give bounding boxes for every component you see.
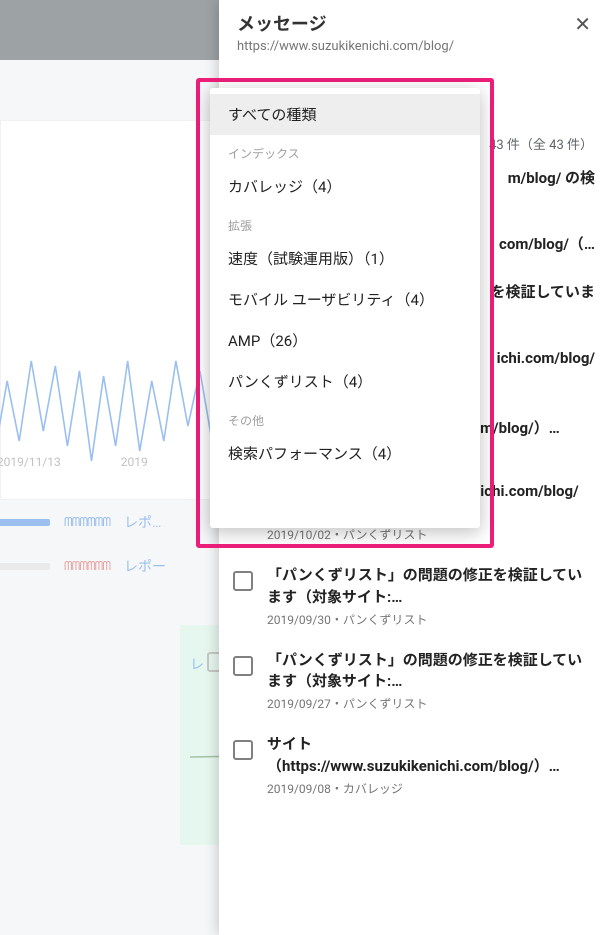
results-count: 43 件（全 43 件）	[489, 134, 593, 153]
filter-mobile-usability[interactable]: モバイル ユーザビリティ（4）	[210, 279, 480, 320]
drawer-header: メッセージ https://www.suzukikenichi.com/blog…	[219, 0, 613, 64]
message-title: サイト（https://www.suzukikenichi.com/blog/）…	[267, 734, 595, 778]
list-item[interactable]: 「パンくずリスト」の問題の修正を検証しています（対象サイト:… 2019/09/…	[219, 553, 613, 638]
message-date: 2019/10/02	[267, 528, 331, 542]
list-item[interactable]: サイト（https://www.suzukikenichi.com/blog/）…	[219, 722, 613, 807]
filter-section-index: インデックス	[210, 135, 480, 166]
message-date: 2019/09/30	[267, 613, 331, 627]
filter-dropdown: すべての種類 インデックス カバレッジ（4） 拡張 速度（試験運用版）（1） モ…	[210, 88, 480, 528]
filter-highlight-area: すべての種類 インデックス カバレッジ（4） 拡張 速度（試験運用版）（1） モ…	[196, 78, 494, 548]
filter-section-other: その他	[210, 402, 480, 433]
list-item[interactable]: 「パンくずリスト」の問題の修正を検証しています（対象サイト:… 2019/09/…	[219, 638, 613, 723]
message-date: 2019/09/27	[267, 697, 331, 711]
message-category: パンくずリスト	[331, 528, 428, 542]
message-title: 「パンくずリスト」の問題の修正を検証しています（対象サイト:…	[267, 650, 595, 694]
message-category: パンくずリスト	[331, 697, 428, 711]
filter-coverage[interactable]: カバレッジ（4）	[210, 166, 480, 207]
filter-all-types[interactable]: すべての種類	[210, 94, 480, 135]
message-category: カバレッジ	[331, 782, 403, 796]
message-checkbox[interactable]	[233, 571, 253, 591]
message-category: パンくずリスト	[331, 613, 428, 627]
message-checkbox[interactable]	[233, 740, 253, 760]
message-date: 2019/09/08	[267, 782, 331, 796]
filter-section-enhancement: 拡張	[210, 207, 480, 238]
close-icon[interactable]: ✕	[570, 10, 595, 38]
filter-speed[interactable]: 速度（試験運用版）（1）	[210, 238, 480, 279]
drawer-title: メッセージ	[237, 10, 454, 36]
filter-search-performance[interactable]: 検索パフォーマンス（4）	[210, 433, 480, 474]
filter-breadcrumb[interactable]: パンくずリスト（4）	[210, 361, 480, 402]
message-checkbox[interactable]	[233, 656, 253, 676]
drawer-site-url: https://www.suzukikenichi.com/blog/	[237, 39, 454, 54]
filter-amp[interactable]: AMP（26）	[210, 320, 480, 361]
message-title: 「パンくずリスト」の問題の修正を検証しています（対象サイト:…	[267, 565, 595, 609]
